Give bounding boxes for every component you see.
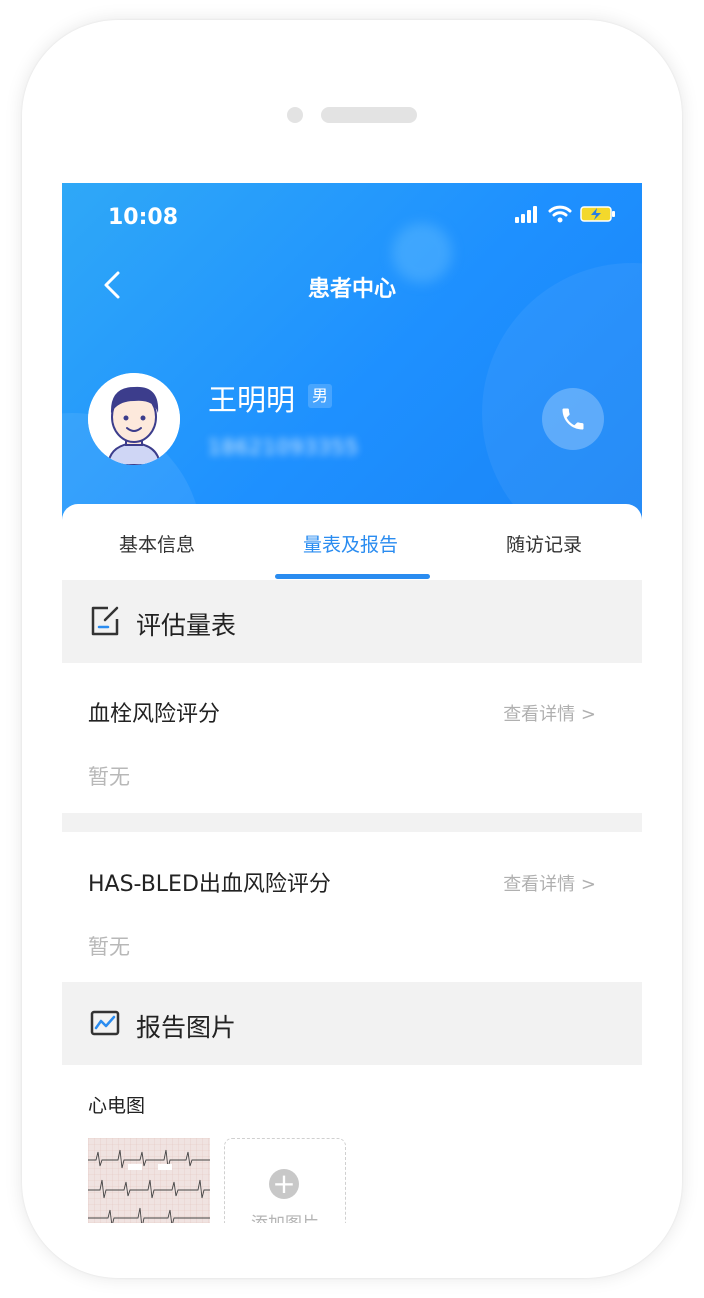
app-screen: 10:08 患者中心 王明明 男 18621093355 基本信息 量表及报告 … (62, 183, 642, 1223)
add-image-button[interactable]: + 添加图片 (224, 1138, 346, 1223)
edit-form-icon (91, 606, 119, 636)
view-details-link[interactable]: 查看详情 > (503, 700, 596, 726)
tab-follow-up[interactable]: 随访记录 (506, 530, 582, 557)
view-details-link[interactable]: 查看详情 > (503, 870, 596, 896)
image-chart-icon (90, 1010, 120, 1036)
patient-header: 10:08 患者中心 王明明 男 18621093355 (62, 183, 642, 523)
ecg-label: 心电图 (88, 1095, 146, 1117)
speaker-grille (321, 107, 417, 123)
battery-charging-icon (580, 206, 615, 222)
divider (62, 813, 642, 832)
patient-name: 王明明 (208, 383, 296, 417)
call-button[interactable] (542, 388, 604, 450)
section-assessment: 评估量表 (62, 580, 642, 663)
section-report-images: 报告图片 (62, 982, 642, 1065)
section-title: 评估量表 (136, 611, 237, 640)
patient-phone: 18621093355 (208, 435, 359, 459)
scale-value: 暂无 (88, 765, 130, 789)
status-icons (514, 205, 616, 223)
plus-icon: + (269, 1169, 299, 1199)
phone-icon (562, 408, 584, 430)
signal-icon (515, 206, 537, 223)
tab-bar: 基本信息 量表及报告 随访记录 (62, 504, 642, 580)
avatar-illustration (88, 373, 180, 465)
section-title: 报告图片 (136, 1013, 237, 1042)
gender-badge: 男 (308, 384, 332, 408)
scale-title: 血栓风险评分 (88, 702, 221, 727)
tab-active-indicator (275, 574, 430, 579)
patient-avatar (88, 373, 180, 465)
scale-title: HAS-BLED出血风险评分 (88, 872, 331, 897)
add-image-label: 添加图片 (225, 1209, 345, 1223)
wifi-icon (548, 205, 572, 223)
page-title: 患者中心 (307, 277, 396, 302)
tab-basic-info[interactable]: 基本信息 (119, 530, 195, 557)
scale-value: 暂无 (88, 935, 130, 959)
ecg-image-thumbnail[interactable] (88, 1138, 210, 1223)
tab-scales-reports[interactable]: 量表及报告 (303, 530, 398, 557)
status-time: 10:08 (108, 205, 179, 230)
front-camera (287, 107, 303, 123)
ecg-trace-image (88, 1138, 210, 1223)
